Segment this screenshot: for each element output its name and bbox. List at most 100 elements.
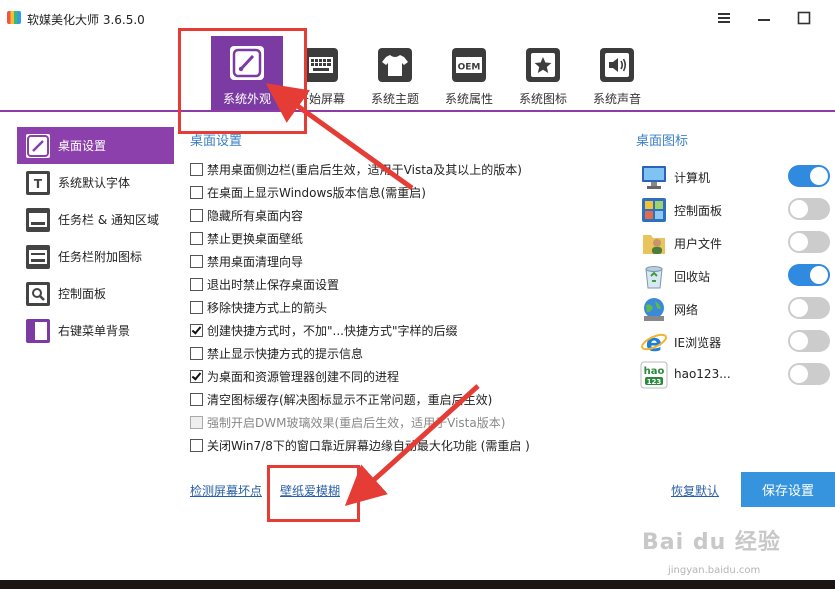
oem-icon: OEM xyxy=(452,48,486,82)
desktop-icon-user-files: 用户文件 xyxy=(638,227,833,257)
option-hide-desktop[interactable]: 隐藏所有桌面内容 xyxy=(190,205,303,225)
checkbox[interactable] xyxy=(190,392,203,406)
desktop-icon-label: IE浏览器 xyxy=(674,336,722,350)
title-bar: 软媒美化大师 3.6.5.0 xyxy=(0,0,835,36)
option-label: 为桌面和资源管理器创建不同的进程 xyxy=(207,369,400,384)
desktop-icon-hao123: hao 123 hao123... xyxy=(638,359,833,389)
option-remove-shortcut-arrow[interactable]: 移除快捷方式上的箭头 xyxy=(190,297,327,317)
sidebar-item-control-panel[interactable]: 控制面板 xyxy=(17,275,174,312)
desktop-icon-label: 回收站 xyxy=(674,270,711,284)
sidebar-item-taskbar-notification[interactable]: 任务栏 & 通知区域 xyxy=(17,201,174,238)
option-label: 隐藏所有桌面内容 xyxy=(207,208,304,223)
option-label: 关闭Win7/8下的窗口靠近屏幕边缘自动最大化功能 (需重启 ) xyxy=(207,438,530,453)
sidebar-item-context-menu-bg[interactable]: 右键菜单背景 xyxy=(17,312,174,349)
option-no-save-on-exit[interactable]: 退出时禁止保存桌面设置 xyxy=(190,274,339,294)
option-disable-sidebar[interactable]: 禁用桌面侧边栏(重启后生效，适用于Vista及其以上的版本) xyxy=(190,159,522,179)
tab-system-sound[interactable]: 系统声音 xyxy=(581,40,653,108)
maximize-icon[interactable] xyxy=(794,8,814,28)
desktop-icon-control-panel: 控制面板 xyxy=(638,194,833,224)
option-disable-cleanup-wizard[interactable]: 禁用桌面清理向导 xyxy=(190,251,303,271)
svg-text:T: T xyxy=(34,177,43,191)
option-label: 清空图标缓存(解决图标显示不正常问题，重启后生效) xyxy=(207,392,493,407)
hao123-icon: hao 123 xyxy=(640,361,668,389)
toggle-switch[interactable] xyxy=(788,198,830,220)
svg-text:hao: hao xyxy=(644,366,665,377)
option-separate-process[interactable]: 为桌面和资源管理器创建不同的进程 xyxy=(190,366,399,386)
watermark-logo: Bai du 经验 xyxy=(642,530,781,555)
desktop-icon-label: hao123... xyxy=(674,367,731,381)
main-toolbar: 系统外观 开始屏幕 系统主题 OEM 系统属性 系统图标 系统声音 xyxy=(0,36,835,112)
sidebar: 桌面设置 T 系统默认字体 任务栏 & 通知区域 任务栏附加图标 控制面板 右键… xyxy=(17,127,174,349)
checkbox[interactable] xyxy=(190,185,203,199)
checkbox[interactable] xyxy=(190,208,203,222)
toggle-switch[interactable] xyxy=(788,297,830,319)
checkbox[interactable] xyxy=(190,254,203,268)
annotation-box-appearance xyxy=(178,28,307,134)
option-no-shortcut-suffix[interactable]: 创建快捷方式时，不加"...快捷方式"字样的后缀 xyxy=(190,320,457,340)
detect-dead-pixel-link[interactable]: 检测屏幕坏点 xyxy=(190,482,262,499)
checkbox[interactable] xyxy=(190,369,203,383)
network-icon xyxy=(640,295,668,323)
checkbox[interactable] xyxy=(190,346,203,360)
desktop-icon-recycle-bin: 回收站 xyxy=(638,260,833,290)
star-icon xyxy=(526,48,560,82)
baidu-watermark: Bai du 经验 jingyan.baidu.com xyxy=(636,510,835,580)
tab-system-theme[interactable]: 系统主题 xyxy=(359,40,431,108)
desktop-icon-label: 计算机 xyxy=(674,171,711,185)
option-label: 在桌面上显示Windows版本信息(需重启) xyxy=(207,185,426,200)
checkbox[interactable] xyxy=(190,231,203,245)
option-disable-aero-snap[interactable]: 关闭Win7/8下的窗口靠近屏幕边缘自动最大化功能 (需重启 ) xyxy=(190,435,530,455)
option-label: 禁止更换桌面壁纸 xyxy=(207,231,304,246)
watermark-url: jingyan.baidu.com xyxy=(668,565,761,576)
control-panel-icon xyxy=(640,196,668,224)
tab-label: 系统声音 xyxy=(592,92,641,106)
desktop-icon-label: 用户文件 xyxy=(674,237,723,251)
option-clear-icon-cache[interactable]: 清空图标缓存(解决图标显示不正常问题，重启后生效) xyxy=(190,389,492,409)
tab-label: 系统属性 xyxy=(444,92,493,106)
toggle-switch[interactable] xyxy=(788,231,830,253)
checkbox[interactable] xyxy=(190,162,203,176)
pencil-icon xyxy=(26,133,50,158)
tab-system-icons[interactable]: 系统图标 xyxy=(507,40,579,108)
annotation-box-wallpaper xyxy=(267,465,360,522)
speaker-icon xyxy=(600,48,634,82)
minimize-icon[interactable] xyxy=(754,8,774,28)
desktop-icon-label: 网络 xyxy=(674,303,699,317)
option-label: 移除快捷方式上的箭头 xyxy=(207,300,328,315)
checkbox[interactable] xyxy=(190,323,203,337)
sidebar-item-taskbar-addon[interactable]: 任务栏附加图标 xyxy=(17,238,174,275)
sidebar-item-label: 桌面设置 xyxy=(58,139,107,153)
toggle-switch[interactable] xyxy=(788,165,830,187)
sidebar-item-label: 任务栏 & 通知区域 xyxy=(58,213,159,227)
option-force-dwm-glass: 强制开启DWM玻璃效果(重启后生效，适用于Vista版本) xyxy=(190,412,505,432)
checkbox[interactable] xyxy=(190,277,203,291)
toggle-switch[interactable] xyxy=(788,363,830,385)
control-panel-icon xyxy=(26,281,50,306)
user-folder-icon xyxy=(640,229,668,257)
svg-text:123: 123 xyxy=(647,378,662,386)
checkbox[interactable] xyxy=(190,438,203,452)
shirt-icon xyxy=(378,48,412,82)
sidebar-item-default-font[interactable]: T 系统默认字体 xyxy=(17,164,174,201)
checkbox[interactable] xyxy=(190,300,203,314)
tab-label: 系统主题 xyxy=(370,92,419,106)
toggle-switch[interactable] xyxy=(788,264,830,286)
option-label: 退出时禁止保存桌面设置 xyxy=(207,277,340,292)
restore-default-link[interactable]: 恢复默认 xyxy=(671,482,719,499)
tab-system-properties[interactable]: OEM 系统属性 xyxy=(433,40,505,108)
option-show-windows-version[interactable]: 在桌面上显示Windows版本信息(需重启) xyxy=(190,182,426,202)
desktop-icon-ie: e IE浏览器 xyxy=(638,326,833,357)
svg-text:e: e xyxy=(646,329,662,356)
checkbox xyxy=(190,415,203,429)
sidebar-item-label: 控制面板 xyxy=(58,287,107,301)
recycle-bin-icon xyxy=(640,262,668,290)
menu-icon[interactable] xyxy=(714,8,734,28)
option-label: 强制开启DWM玻璃效果(重启后生效，适用于Vista版本) xyxy=(207,415,506,430)
sidebar-item-desktop-settings[interactable]: 桌面设置 xyxy=(17,127,174,164)
tab-label: 系统图标 xyxy=(518,92,567,106)
toggle-switch[interactable] xyxy=(788,330,830,352)
app-logo-icon xyxy=(7,11,21,24)
option-disable-wallpaper-change[interactable]: 禁止更换桌面壁纸 xyxy=(190,228,303,248)
save-settings-button[interactable]: 保存设置 xyxy=(741,472,835,507)
option-no-shortcut-tooltip[interactable]: 禁止显示快捷方式的提示信息 xyxy=(190,343,363,363)
